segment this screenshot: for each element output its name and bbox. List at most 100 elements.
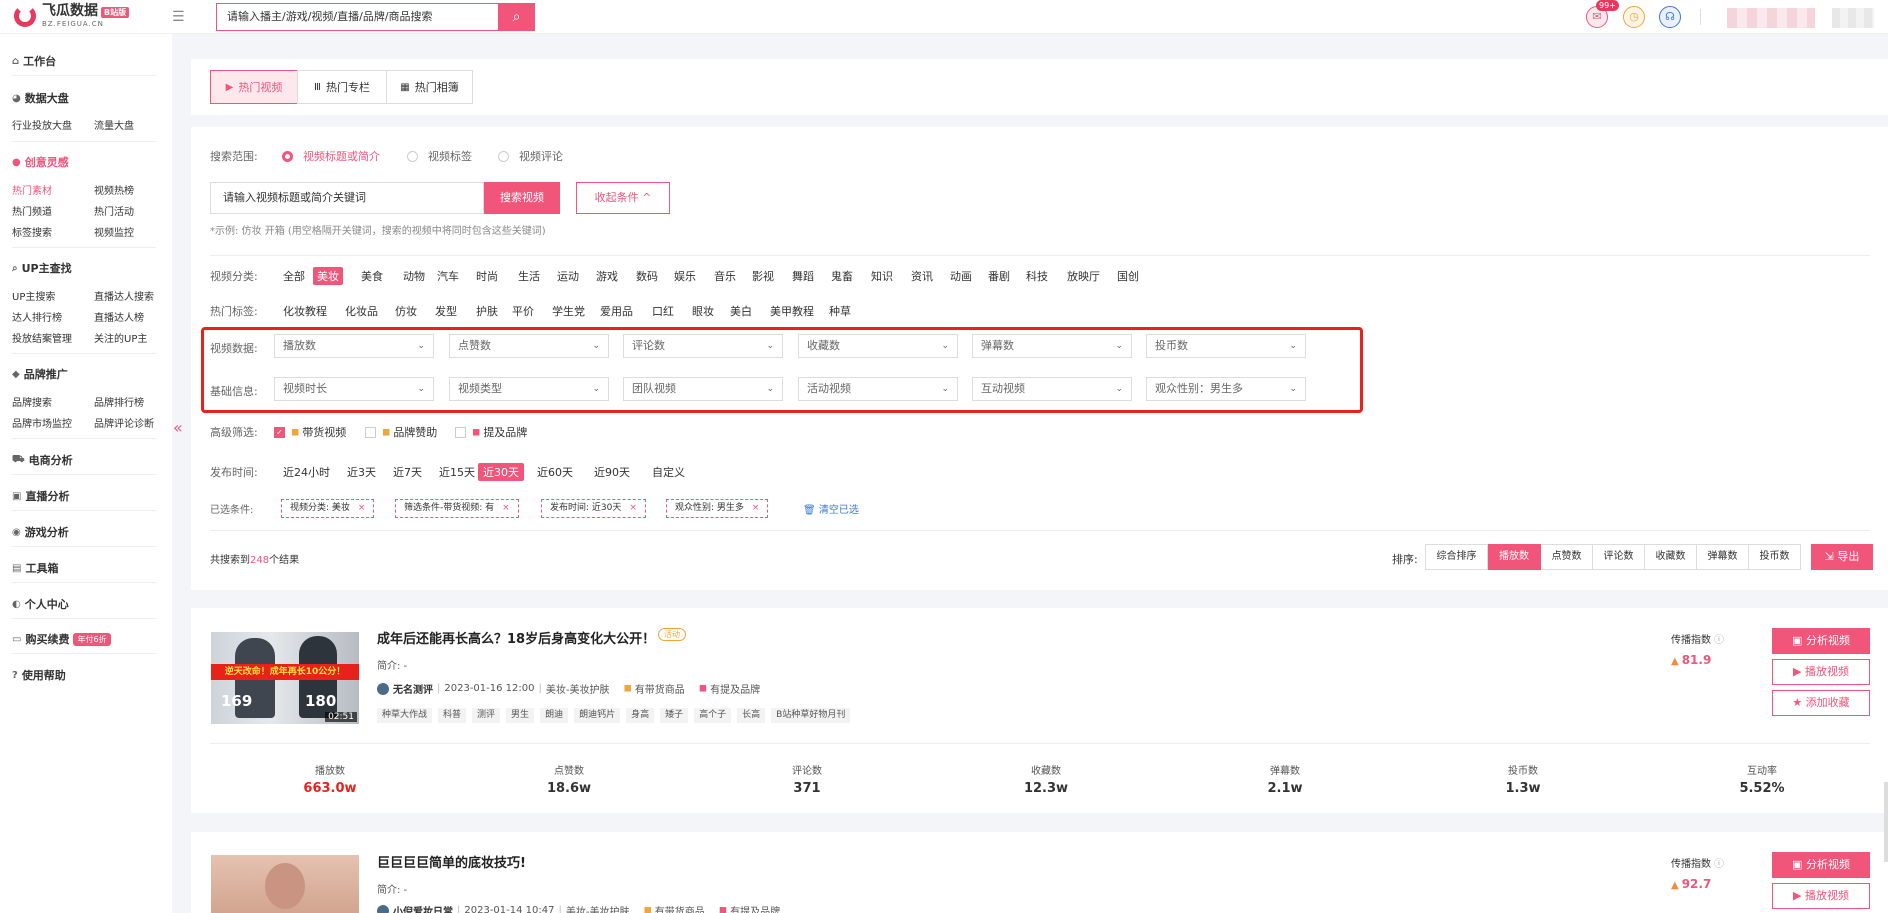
sidebar-item-hot-activity[interactable]: 热门活动	[94, 203, 134, 218]
category-19[interactable]: 科技	[1026, 268, 1048, 284]
sidebar-personal[interactable]: ◐ 个人中心	[12, 596, 69, 612]
radio-video-tag[interactable]: 视频标签	[407, 148, 472, 164]
publish-time-0[interactable]: 近24小时	[283, 464, 330, 480]
top-search-button[interactable]: ⌕	[498, 3, 535, 31]
sidebar-live[interactable]: ▣ 直播分析	[12, 488, 69, 504]
tab-hot-column[interactable]: Ⅲ 热门专栏	[297, 70, 387, 104]
user-name-blurred[interactable]	[1727, 8, 1815, 28]
hot-tag-9[interactable]: 眼妆	[692, 303, 714, 319]
keyword-tag[interactable]: B站种草好物月刊	[771, 708, 851, 723]
sort-option-0[interactable]: 综合排序	[1425, 544, 1488, 570]
category-21[interactable]: 国创	[1117, 268, 1139, 284]
publish-time-2[interactable]: 近7天	[393, 464, 422, 480]
selected-chip[interactable]: 筛选条件-带货视频: 有 ×	[395, 499, 519, 518]
category-1[interactable]: 美妆	[313, 267, 343, 285]
category-0[interactable]: 全部	[283, 268, 305, 284]
radio-title-intro[interactable]: 视频标题或简介	[282, 148, 380, 164]
add-favorite-button[interactable]: ★ 添加收藏	[1772, 690, 1870, 716]
user-avatar-blurred[interactable]	[1832, 8, 1874, 28]
sort-option-2[interactable]: 点赞数	[1541, 544, 1593, 570]
sidebar-tools[interactable]: ▤ 工具箱	[12, 560, 58, 576]
hot-tag-3[interactable]: 发型	[435, 303, 457, 319]
logo[interactable]: 飞瓜数据 B站版 BZ.FEIGUA.CN	[14, 4, 130, 28]
publish-time-4[interactable]: 近30天	[478, 463, 524, 481]
sidebar-item-campaign-manage[interactable]: 投放结案管理	[12, 330, 72, 345]
sort-option-3[interactable]: 评论数	[1593, 544, 1645, 570]
sidebar-ecommerce[interactable]: ⛟ 电商分析	[12, 452, 73, 468]
sort-option-1[interactable]: 播放数	[1488, 544, 1541, 570]
publish-time-7[interactable]: 自定义	[652, 464, 685, 480]
keyword-tag[interactable]: 朗迪	[540, 708, 569, 723]
category-4[interactable]: 汽车	[437, 268, 459, 284]
sidebar-purchase[interactable]: ▭ 购买续费 年付6折	[12, 631, 111, 647]
hot-tag-6[interactable]: 学生党	[552, 303, 585, 319]
category-2[interactable]: 美食	[361, 268, 383, 284]
keyword-tag[interactable]: 科普	[438, 708, 467, 723]
sidebar-item-up-search[interactable]: UP主搜索	[12, 288, 55, 303]
sidebar-item-brand-search[interactable]: 品牌搜索	[12, 394, 52, 409]
sidebar-item-followed-up[interactable]: 关注的UP主	[94, 330, 147, 345]
sidebar-item-tag-search[interactable]: 标签搜索	[12, 224, 52, 239]
sidebar-item-up-ranking[interactable]: 达人排行榜	[12, 309, 62, 324]
menu-toggle-icon[interactable]: ☰	[172, 9, 185, 25]
sidebar-item-hot-channel[interactable]: 热门频道	[12, 203, 52, 218]
author-name[interactable]: 小倪爱妆日常	[393, 903, 453, 913]
category-5[interactable]: 时尚	[476, 268, 498, 284]
clear-selected-link[interactable]: 🗑 清空已选	[803, 501, 859, 516]
category-13[interactable]: 舞蹈	[792, 268, 814, 284]
author-avatar[interactable]	[377, 682, 389, 695]
scrollbar[interactable]	[1884, 782, 1888, 862]
collapse-conditions-button[interactable]: 收起条件 ^	[576, 182, 670, 214]
keyword-tag[interactable]: 种草大作战	[377, 708, 433, 723]
category-7[interactable]: 运动	[557, 268, 579, 284]
publish-time-3[interactable]: 近15天	[439, 464, 475, 480]
sidebar-workbench[interactable]: ⌂ 工作台	[12, 53, 56, 69]
checkbox-goods-video[interactable]: ✓ ◼ 带货视频	[274, 424, 346, 440]
close-icon[interactable]: ×	[358, 503, 366, 513]
sidebar-item-video-ranking[interactable]: 视频热榜	[94, 182, 134, 197]
category-6[interactable]: 生活	[518, 268, 540, 284]
video-thumbnail[interactable]: 逆天改命！成年再长10公分！ 169 180 02:51	[211, 632, 359, 724]
top-search-input[interactable]: 请输入播主/游戏/视频/直播/品牌/商品搜索	[216, 3, 498, 31]
sidebar-game[interactable]: ◉ 游戏分析	[12, 524, 69, 540]
sidebar-item-live-ranking[interactable]: 直播达人榜	[94, 309, 144, 324]
category-11[interactable]: 音乐	[714, 268, 736, 284]
sidebar-item-video-monitor[interactable]: 视频监控	[94, 224, 134, 239]
author-name[interactable]: 无名测评	[393, 681, 433, 696]
sidebar-brand-promo[interactable]: ◆ 品牌推广	[12, 366, 68, 382]
hot-tag-2[interactable]: 仿妆	[395, 303, 417, 319]
keyword-tag[interactable]: 长高	[737, 708, 766, 723]
category-9[interactable]: 数码	[636, 268, 658, 284]
hot-tag-4[interactable]: 护肤	[476, 303, 498, 319]
checkbox-mention-brand[interactable]: ◼ 提及品牌	[455, 424, 527, 440]
sidebar-item-brand-comment[interactable]: 品牌评论诊断	[94, 415, 154, 430]
keyword-input[interactable]: 请输入视频标题或简介关键词	[210, 182, 484, 214]
analyze-video-button[interactable]: ▣ 分析视频	[1772, 852, 1870, 878]
publish-time-1[interactable]: 近3天	[347, 464, 376, 480]
sidebar-help[interactable]: ? 使用帮助	[12, 667, 66, 683]
publish-time-6[interactable]: 近90天	[594, 464, 630, 480]
sidebar-creative[interactable]: ● 创意灵感	[12, 154, 69, 170]
video-thumbnail[interactable]	[211, 855, 359, 913]
keyword-tag[interactable]: 矮子	[660, 708, 689, 723]
tab-hot-album[interactable]: ▦ 热门相簿	[386, 70, 473, 104]
sidebar-item-brand-monitor[interactable]: 品牌市场监控	[12, 415, 72, 430]
selected-chip[interactable]: 观众性别: 男生多 ×	[666, 499, 769, 518]
selected-chip[interactable]: 视频分类: 美妆 ×	[281, 499, 375, 518]
category-14[interactable]: 鬼畜	[831, 268, 853, 284]
keyword-tag[interactable]: 测评	[472, 708, 501, 723]
clock-icon[interactable]: ◷	[1623, 6, 1645, 28]
hot-tag-5[interactable]: 平价	[512, 303, 534, 319]
hot-tag-0[interactable]: 化妆教程	[283, 303, 327, 319]
sidebar-collapse-icon[interactable]: «	[173, 418, 183, 437]
keyword-tag[interactable]: 男生	[506, 708, 535, 723]
close-icon[interactable]: ×	[752, 503, 760, 513]
sidebar-item-traffic-dashboard[interactable]: 流量大盘	[94, 117, 134, 132]
tab-hot-video[interactable]: ▶ 热门视频	[210, 70, 298, 104]
sort-option-5[interactable]: 弹幕数	[1697, 544, 1749, 570]
hot-tag-12[interactable]: 种草	[829, 303, 851, 319]
category-12[interactable]: 影视	[752, 268, 774, 284]
sidebar-up-search[interactable]: ⌕ UP主查找	[12, 260, 72, 276]
sidebar-item-hot-material[interactable]: 热门素材	[12, 182, 52, 197]
selected-chip[interactable]: 发布时间: 近30天 ×	[541, 499, 646, 518]
